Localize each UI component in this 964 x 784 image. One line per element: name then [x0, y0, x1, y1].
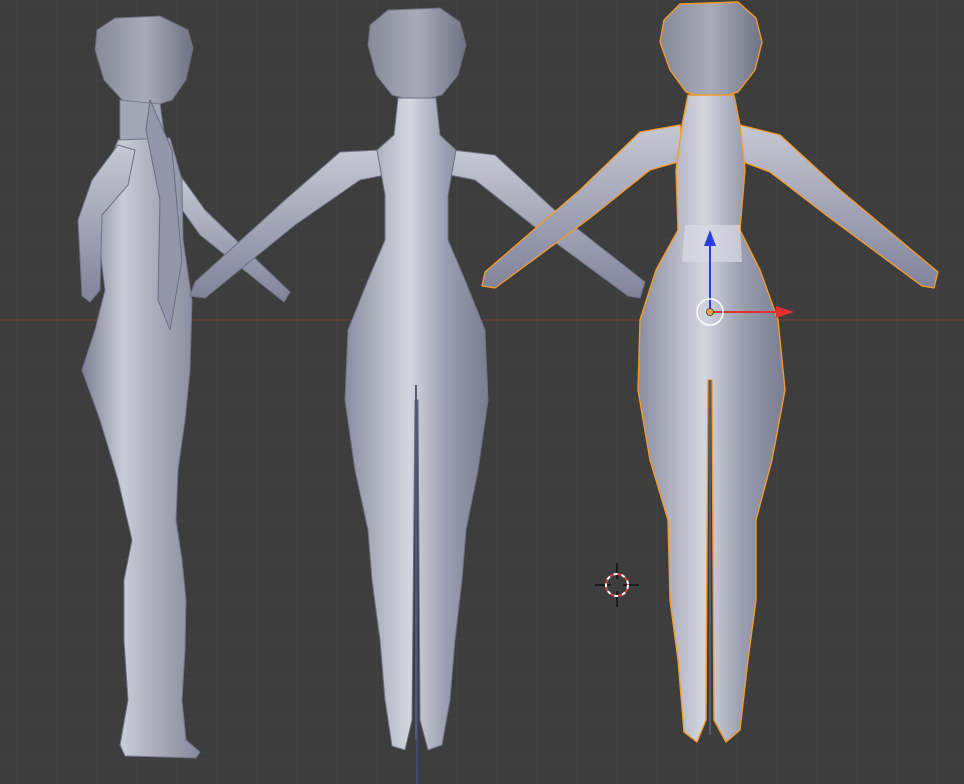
3d-viewport[interactable] — [0, 0, 964, 784]
side-view-figure[interactable] — [77, 15, 291, 759]
viewport-canvas[interactable] — [0, 0, 964, 784]
object-origin-dot — [706, 308, 714, 316]
front-view-figure[interactable] — [481, 1, 939, 743]
x-arrow-head-icon[interactable] — [776, 306, 794, 318]
